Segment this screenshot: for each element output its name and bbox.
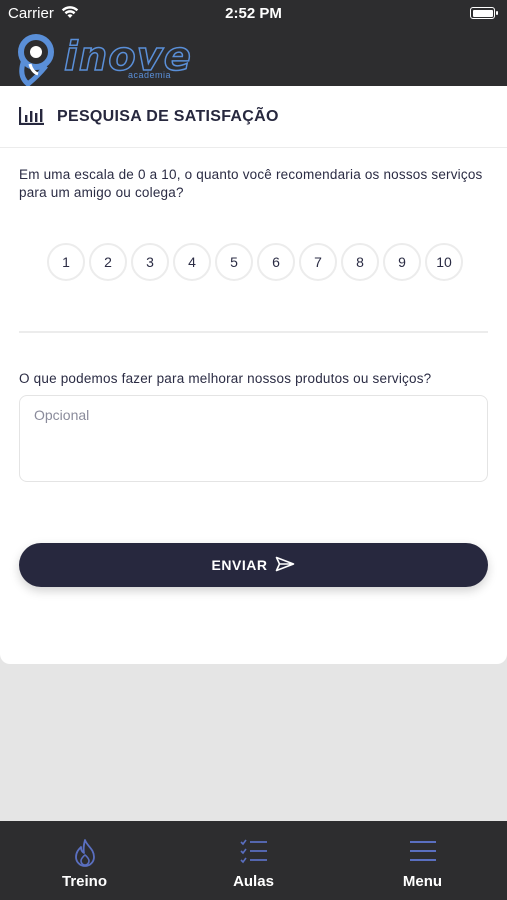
nps-option-7[interactable]: 7 bbox=[299, 243, 337, 281]
battery-icon bbox=[470, 7, 498, 19]
logo-pin-icon bbox=[18, 34, 54, 88]
clock: 2:52 PM bbox=[225, 5, 282, 22]
status-bar: Carrier 2:52 PM bbox=[0, 0, 507, 28]
send-button-label: ENVIAR bbox=[211, 557, 268, 573]
logo-subtext: academia bbox=[128, 70, 172, 80]
flame-icon bbox=[74, 839, 96, 872]
checklist-icon bbox=[239, 839, 268, 870]
survey-title: PESQUISA DE SATISFAÇÃO bbox=[57, 108, 279, 125]
nps-option-5[interactable]: 5 bbox=[215, 243, 253, 281]
app-header: inove academia bbox=[0, 28, 507, 88]
tab-aulas-label: Aulas bbox=[233, 873, 274, 890]
nps-option-8[interactable]: 8 bbox=[341, 243, 379, 281]
bar-chart-icon bbox=[18, 107, 45, 130]
hamburger-menu-icon bbox=[409, 839, 437, 868]
improvement-question: O que podemos fazer para melhorar nossos… bbox=[19, 371, 432, 386]
tab-treino[interactable]: Treino bbox=[0, 821, 169, 900]
section-divider bbox=[19, 331, 488, 333]
nps-option-10[interactable]: 10 bbox=[425, 243, 463, 281]
survey-card: PESQUISA DE SATISFAÇÃO Em uma escala de … bbox=[0, 86, 507, 664]
bottom-tab-bar: Treino Aulas Menu bbox=[0, 821, 507, 900]
survey-header: PESQUISA DE SATISFAÇÃO bbox=[0, 86, 507, 148]
tab-treino-label: Treino bbox=[61, 873, 107, 890]
nps-option-1[interactable]: 1 bbox=[47, 243, 85, 281]
tab-aulas[interactable]: Aulas bbox=[169, 821, 338, 900]
nps-question: Em uma escala de 0 a 10, o quanto você r… bbox=[19, 167, 483, 200]
tab-menu[interactable]: Menu bbox=[338, 821, 507, 900]
send-icon bbox=[275, 556, 295, 575]
tab-menu-label: Menu bbox=[402, 873, 443, 890]
nps-option-9[interactable]: 9 bbox=[383, 243, 421, 281]
nps-option-4[interactable]: 4 bbox=[173, 243, 211, 281]
inove-logo: inove academia bbox=[16, 30, 192, 88]
nps-option-3[interactable]: 3 bbox=[131, 243, 169, 281]
nps-option-2[interactable]: 2 bbox=[89, 243, 127, 281]
nps-option-6[interactable]: 6 bbox=[257, 243, 295, 281]
send-button[interactable]: ENVIAR bbox=[19, 543, 488, 587]
comment-textarea[interactable] bbox=[19, 395, 488, 482]
nps-scale: 1 2 3 4 5 6 7 8 9 10 bbox=[47, 243, 467, 281]
